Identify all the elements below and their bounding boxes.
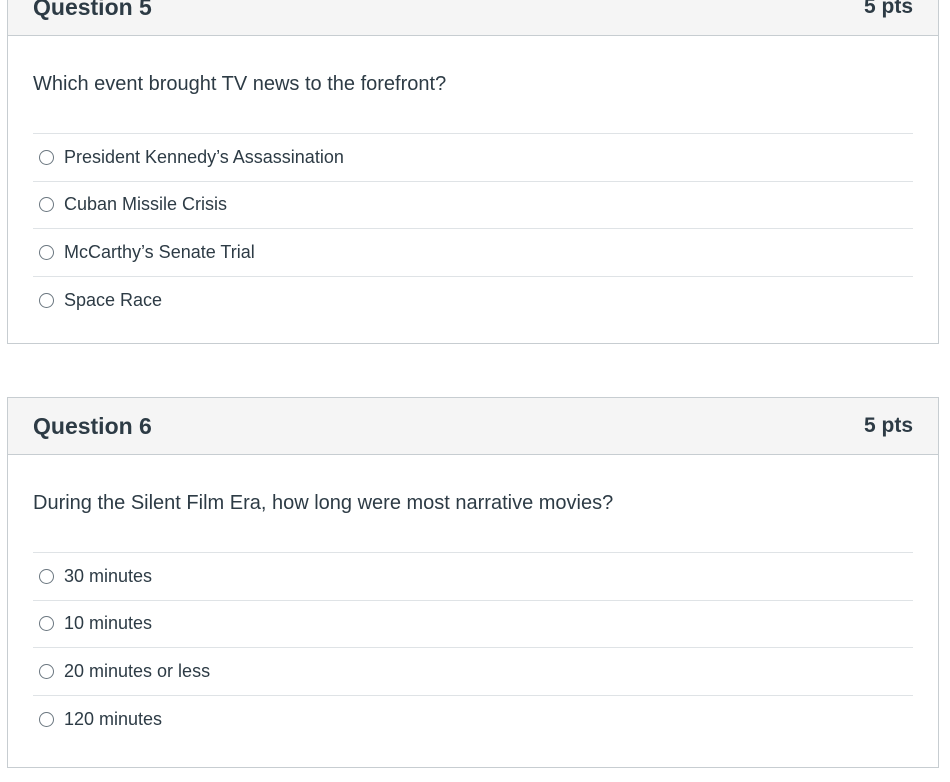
answer-option[interactable]: 30 minutes (33, 553, 913, 601)
question-header: Question 5 5 pts (8, 0, 938, 36)
radio-button[interactable] (39, 711, 54, 727)
answer-label: 10 minutes (64, 613, 153, 634)
answer-list: President Kennedy’s Assassination Cuban … (33, 133, 913, 324)
radio-button[interactable] (39, 616, 54, 632)
answer-option[interactable]: 120 minutes (33, 696, 913, 744)
question-body: During the Silent Film Era, how long wer… (8, 455, 938, 743)
question-5-card: Question 5 5 pts Which event brought TV … (7, 0, 939, 344)
question-points: 5 pts (863, 414, 913, 437)
question-points: 5 pts (863, 0, 913, 18)
answer-label: 30 minutes (64, 565, 153, 586)
question-header: Question 6 5 pts (8, 398, 938, 455)
radio-button[interactable] (39, 149, 54, 165)
radio-button[interactable] (39, 197, 54, 213)
answer-option[interactable]: 10 minutes (33, 601, 913, 648)
question-text: Which event brought TV news to the foref… (33, 73, 447, 95)
answer-label: President Kennedy’s Assassination (64, 146, 344, 167)
answer-list: 30 minutes 10 minutes 20 minutes or less… (33, 552, 913, 743)
question-title: Question 5 (33, 0, 152, 20)
answer-option[interactable]: Space Race (33, 277, 913, 325)
radio-button[interactable] (39, 663, 54, 679)
answer-option[interactable]: Cuban Missile Crisis (33, 182, 913, 229)
radio-button[interactable] (39, 292, 54, 308)
answer-label: 20 minutes or less (64, 660, 211, 681)
answer-option[interactable]: President Kennedy’s Assassination (33, 134, 913, 182)
answer-option[interactable]: McCarthy’s Senate Trial (33, 229, 913, 277)
question-body: Which event brought TV news to the foref… (8, 36, 938, 324)
question-6-card: Question 6 5 pts During the Silent Film … (7, 397, 939, 768)
answer-label: Cuban Missile Crisis (64, 194, 228, 215)
radio-button[interactable] (39, 244, 54, 260)
radio-button[interactable] (39, 568, 54, 584)
answer-label: Space Race (64, 289, 163, 310)
answer-label: 120 minutes (64, 708, 163, 729)
question-title: Question 6 (33, 412, 152, 439)
answer-option[interactable]: 20 minutes or less (33, 648, 913, 696)
answer-label: McCarthy’s Senate Trial (64, 241, 255, 262)
question-text: During the Silent Film Era, how long wer… (33, 492, 614, 514)
